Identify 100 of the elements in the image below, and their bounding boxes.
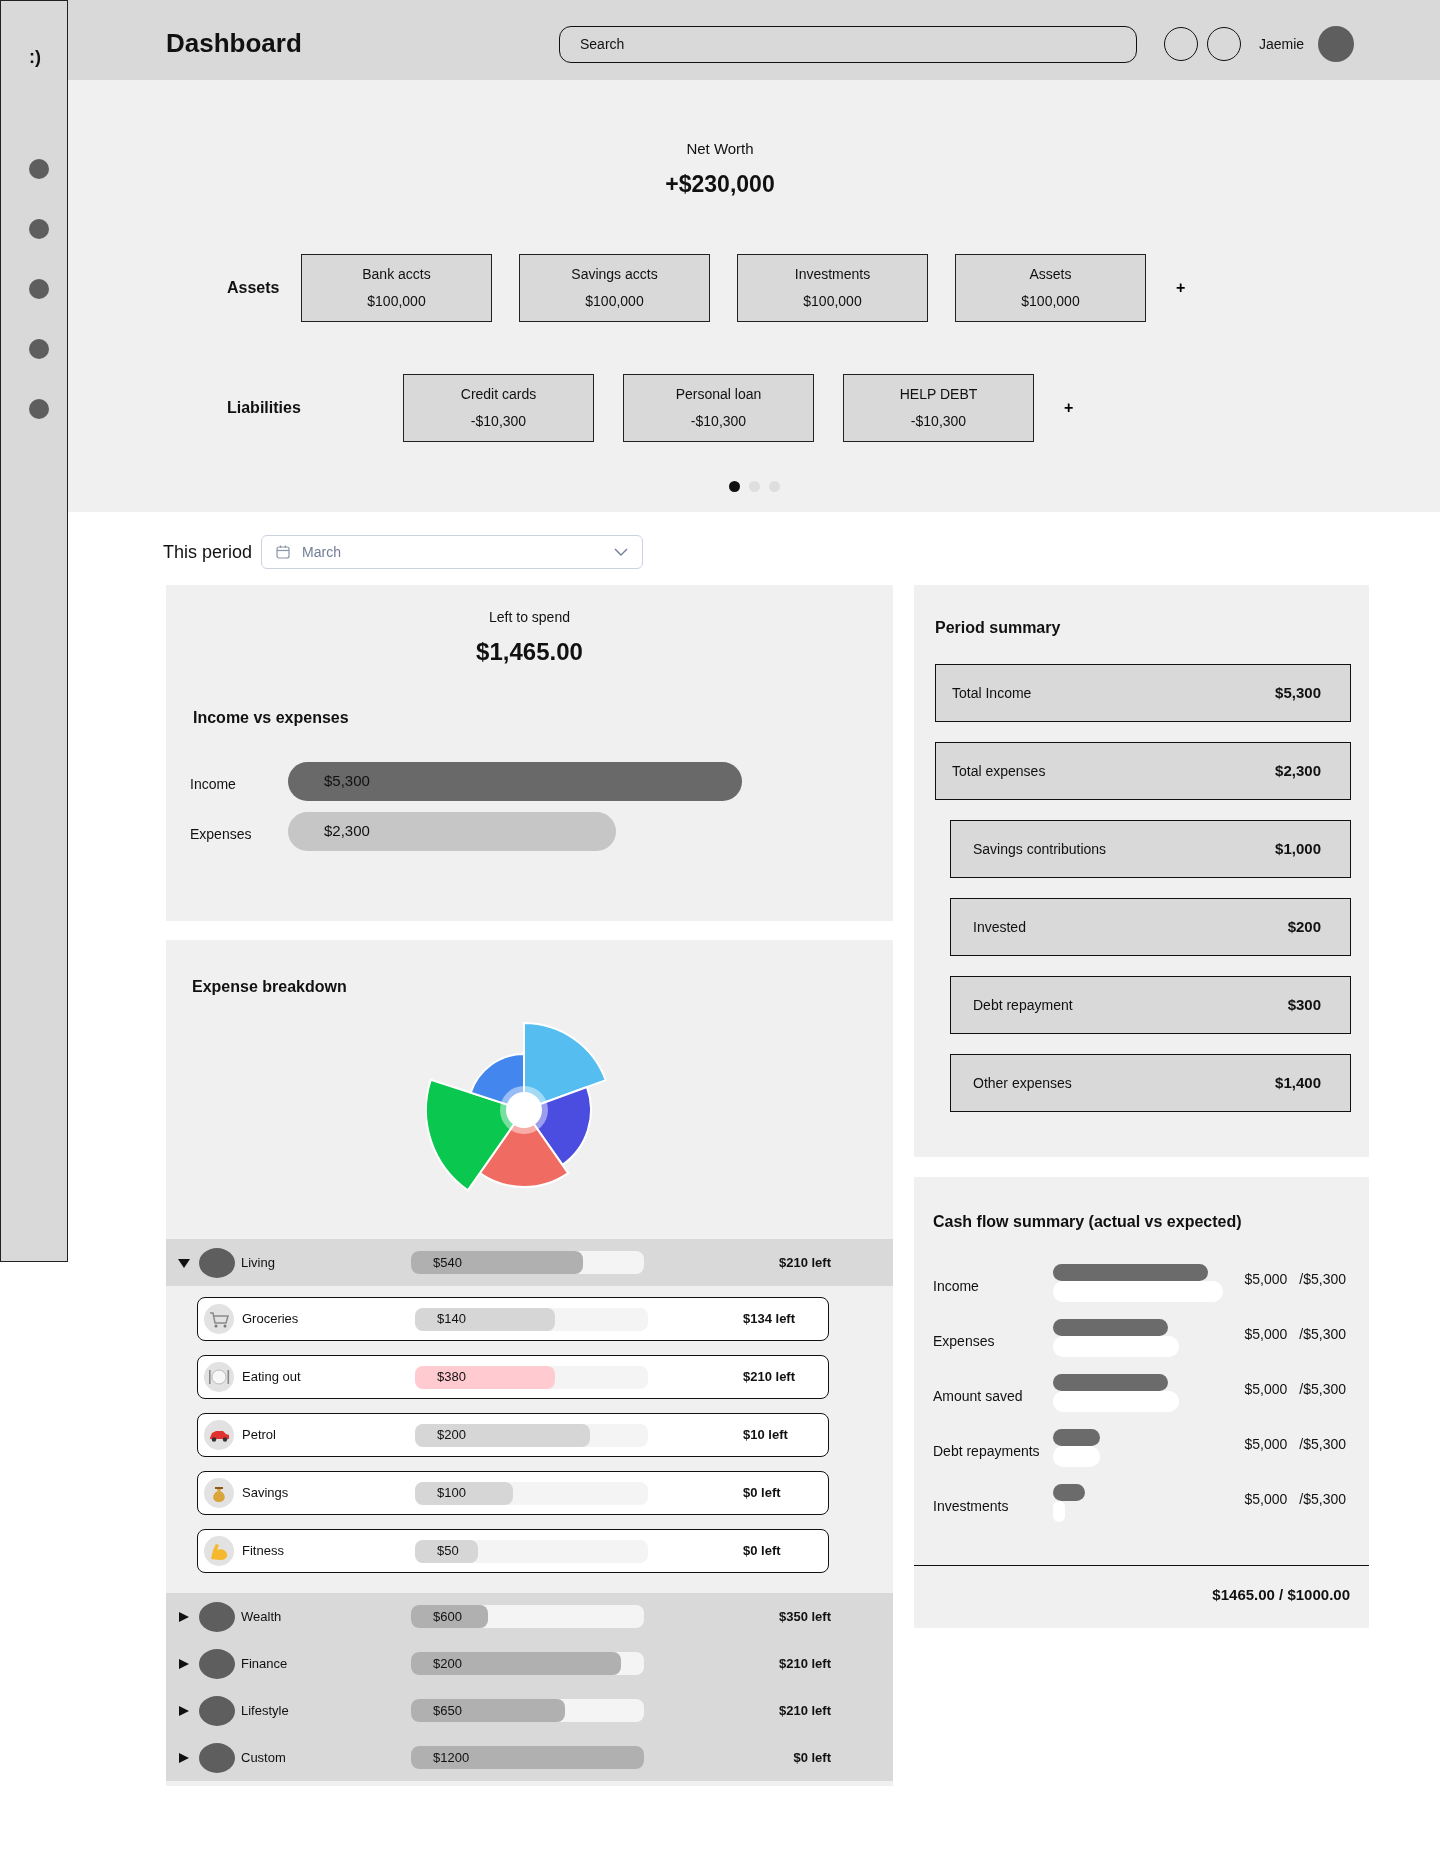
progress-fill: $50 xyxy=(415,1539,478,1563)
nav-icon[interactable] xyxy=(29,159,49,179)
amount-left: $210 left xyxy=(777,1654,831,1673)
arm-icon xyxy=(204,1536,234,1567)
summary-value: $2,300 xyxy=(1275,760,1321,781)
avatar-icon[interactable] xyxy=(1318,26,1355,62)
amount-left: $350 left xyxy=(777,1607,831,1626)
actual-value: $5,000 xyxy=(1244,1325,1288,1345)
category-name: Wealth xyxy=(241,1607,283,1626)
progress-fill: $200 xyxy=(415,1423,590,1447)
caret-right-icon[interactable] xyxy=(177,1751,191,1764)
summary-label: Savings contributions xyxy=(973,839,1107,859)
chevron-down-icon xyxy=(614,548,629,556)
account-card[interactable]: Savings accts $100,000 xyxy=(519,254,710,322)
category-icon xyxy=(199,1601,235,1632)
account-value: $100,000 xyxy=(803,292,862,311)
category-name: Finance xyxy=(241,1654,289,1673)
expected-bar xyxy=(1053,1445,1100,1467)
caret-right-icon[interactable] xyxy=(177,1657,191,1670)
caret-right-icon[interactable] xyxy=(177,1704,191,1717)
subcategory-name: Petrol xyxy=(242,1426,277,1445)
user-name: Jaemie xyxy=(1259,34,1305,54)
section-title: Cash flow summary (actual vs expected) xyxy=(932,1212,1243,1232)
progress-fill: $600 xyxy=(411,1605,488,1629)
subcategory-row[interactable]: Groceries $140 $134 left xyxy=(197,1297,829,1342)
subcategory-row[interactable]: Petrol $200 $10 left xyxy=(197,1413,829,1458)
page-dot[interactable] xyxy=(728,481,740,492)
account-card[interactable]: Bank accts $100,000 xyxy=(301,254,492,322)
expected-value: /$5,300 xyxy=(1299,1325,1346,1345)
cash-flow-label: Amount saved xyxy=(933,1387,1024,1407)
cash-flow-label: Expenses xyxy=(933,1332,996,1352)
nav-icon[interactable] xyxy=(29,279,49,299)
cash-flow-label: Investments xyxy=(933,1497,1010,1517)
nav-icon[interactable] xyxy=(29,399,49,419)
summary-label: Debt repayment xyxy=(973,995,1073,1015)
expected-value: /$5,300 xyxy=(1299,1380,1346,1400)
net-worth-value: +$230,000 xyxy=(665,169,775,199)
amount-left: $134 left xyxy=(743,1310,796,1329)
account-value: -$10,300 xyxy=(470,412,527,431)
section-label: Liabilities xyxy=(227,398,302,418)
summary-label: Invested xyxy=(973,917,1026,937)
section-title: Period summary xyxy=(935,618,1062,638)
amount-left: $210 left xyxy=(777,1701,831,1720)
account-value: $100,000 xyxy=(585,292,644,311)
category-icon xyxy=(199,1695,235,1726)
cash-flow-total: $1465.00 / $1000.00 xyxy=(1211,1585,1351,1606)
expected-bar xyxy=(1053,1500,1065,1522)
account-card[interactable]: Assets $100,000 xyxy=(955,254,1146,322)
account-card[interactable]: Investments $100,000 xyxy=(737,254,928,322)
period-label: This period xyxy=(163,540,253,564)
add-button[interactable]: + xyxy=(1060,396,1078,420)
left-to-spend-value: $1,465.00 xyxy=(475,637,584,667)
caret-right-icon[interactable] xyxy=(177,1610,191,1623)
category-row[interactable]: Lifestyle $650 $210 left xyxy=(166,1687,893,1735)
summary-value: $5,300 xyxy=(1275,682,1321,703)
left-to-spend-label: Left to spend xyxy=(488,608,571,627)
account-card[interactable]: Personal loan -$10,300 xyxy=(623,374,814,442)
progress-fill: $200 xyxy=(411,1652,621,1676)
nav-icon[interactable] xyxy=(29,339,49,359)
subcategory-row[interactable]: Fitness $50 $0 left xyxy=(197,1529,829,1574)
section-title: Expense breakdown xyxy=(191,977,348,997)
category-row[interactable]: Custom $1200 $0 left xyxy=(166,1734,893,1782)
add-button[interactable]: + xyxy=(1172,276,1190,300)
actual-value: $5,000 xyxy=(1244,1380,1288,1400)
bar-label: Income xyxy=(190,775,237,795)
subcategory-name: Eating out xyxy=(242,1368,302,1387)
category-name: Custom xyxy=(241,1748,287,1767)
logo: :) xyxy=(29,46,41,69)
amount-left: $210 left xyxy=(777,1253,831,1272)
category-name: Lifestyle xyxy=(241,1701,290,1720)
summary-value: $1,400 xyxy=(1275,1072,1321,1093)
amount-left: $0 left xyxy=(792,1748,831,1767)
account-name: Investments xyxy=(794,265,871,284)
bar-label: Expenses xyxy=(190,825,253,845)
account-card[interactable]: Credit cards -$10,300 xyxy=(403,374,594,442)
caret-down-icon[interactable] xyxy=(177,1256,191,1269)
summary-value: $200 xyxy=(1287,916,1321,937)
section-title: Income vs expenses xyxy=(193,708,350,728)
subcategory-row[interactable]: Savings $100 $0 left xyxy=(197,1471,829,1516)
actual-value: $5,000 xyxy=(1244,1490,1288,1510)
subcategory-row[interactable]: Eating out $380 $210 left xyxy=(197,1355,829,1400)
cash-flow-label: Debt repayments xyxy=(933,1442,1041,1462)
progress-fill: $540 xyxy=(411,1251,584,1275)
category-row[interactable]: Finance $200 $210 left xyxy=(166,1640,893,1688)
month-dropdown[interactable]: March xyxy=(261,535,644,569)
actual-value: $5,000 xyxy=(1244,1435,1288,1455)
account-name: Bank accts xyxy=(362,265,431,284)
chart-center xyxy=(500,1086,548,1135)
plate-icon xyxy=(204,1362,234,1393)
category-row[interactable]: Living $540 $210 left xyxy=(166,1239,893,1287)
amount-left: $0 left xyxy=(743,1484,781,1503)
summary-label: Total expenses xyxy=(952,761,1046,781)
nav-icon[interactable] xyxy=(29,219,49,239)
summary-label: Other expenses xyxy=(973,1073,1072,1093)
category-row[interactable]: Wealth $600 $350 left xyxy=(166,1593,893,1641)
search-field[interactable]: Search xyxy=(559,25,1137,63)
category-icon xyxy=(199,1648,235,1679)
net-worth-label: Net Worth xyxy=(686,139,754,159)
cash-flow-label: Income xyxy=(933,1277,980,1297)
account-card[interactable]: HELP DEBT -$10,300 xyxy=(843,374,1034,442)
